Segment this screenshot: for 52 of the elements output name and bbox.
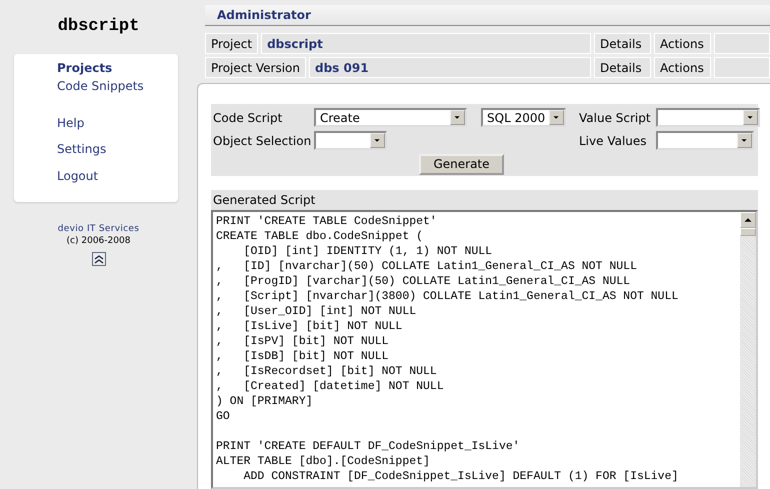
row-link[interactable]: Actions (654, 57, 711, 78)
output-label: Generated Script (211, 190, 758, 210)
value-script-select[interactable] (656, 108, 760, 127)
field-label: Object Selection (213, 134, 312, 148)
user-header: Administrator (205, 5, 770, 26)
row-label: Project Version (205, 57, 306, 78)
generate-button[interactable]: Generate (419, 154, 504, 174)
code-line: , [IsPV] [bit] NOT NULL (216, 334, 390, 349)
code-line: , [ProgID] [varchar](50) COLLATE Latin1_General_CI_AS NULL (216, 274, 632, 289)
code-line: , [ID] [nvarchar](50) COLLATE Latin1_General_CI_AS NOT NULL (216, 259, 638, 274)
scroll-thumb[interactable] (740, 228, 756, 236)
company-link[interactable]: devio IT Services (58, 224, 140, 234)
dialect-select[interactable]: SQL 2000 (481, 108, 566, 127)
empty-cell (714, 33, 770, 54)
menu-item[interactable]: Settings (57, 141, 106, 168)
code-line: ALTER TABLE [dbo].[CodeSnippet] (216, 454, 431, 469)
code-script-select[interactable]: Create (314, 108, 467, 127)
scroll-up-icon[interactable] (740, 212, 756, 228)
code-line: ) ON [PRIMARY] (216, 394, 314, 409)
empty-cell (714, 57, 770, 78)
row-link[interactable]: Actions (654, 33, 711, 54)
code-line: , [IsLive] [bit] NOT NULL (216, 319, 404, 334)
menu-item[interactable]: Projects (57, 60, 112, 78)
menu-item[interactable]: Code Snippets (57, 78, 144, 96)
row-link[interactable]: Details (594, 33, 651, 54)
row-link[interactable]: Details (594, 57, 651, 78)
menu-item[interactable]: Help (57, 114, 84, 142)
scroll-top-icon[interactable] (92, 252, 106, 266)
field-label: Code Script (213, 110, 284, 124)
field-label: Live Values (579, 134, 648, 148)
field-label: Value Script (579, 110, 652, 124)
copyright-text: (c) 2006-2008 (66, 236, 130, 246)
code-line: PRINT 'CREATE DEFAULT DF_CodeSnippet_IsLive' (216, 439, 521, 454)
row-value: dbscript (261, 33, 591, 54)
code-line: , [User_OID] [int] NOT NULL (216, 304, 418, 319)
code-line: PRINT 'CREATE TABLE CodeSnippet' (216, 214, 438, 229)
script-textarea[interactable] (211, 210, 758, 489)
code-line: , [IsRecordset] [bit] NOT NULL (216, 364, 438, 379)
code-line: ADD CONSTRAINT [DF_CodeSnippet_IsLive] DEFAULT (1) FOR [IsLive] (242, 469, 680, 484)
row-value: dbs 091 (309, 57, 591, 78)
code-line: , [Created] [datetime] NOT NULL (216, 379, 445, 394)
code-line: GO (216, 409, 231, 424)
app-title: dbscript (58, 17, 140, 37)
code-line: CREATE TABLE dbo.CodeSnippet ( (216, 229, 424, 244)
code-line: [OID] [int] IDENTITY (1, 1) NOT NULL (242, 244, 494, 259)
row-label: Project (205, 33, 258, 54)
menu-item[interactable]: Logout (57, 168, 98, 194)
code-line: , [Script] [nvarchar](3800) COLLATE Latin1_General_CI_AS NOT NULL (216, 289, 680, 304)
scrollbar[interactable] (740, 212, 756, 487)
live-values-select[interactable] (656, 131, 754, 150)
code-line: , [IsDB] [bit] NOT NULL (216, 349, 390, 364)
object-selection-select[interactable] (314, 131, 387, 150)
